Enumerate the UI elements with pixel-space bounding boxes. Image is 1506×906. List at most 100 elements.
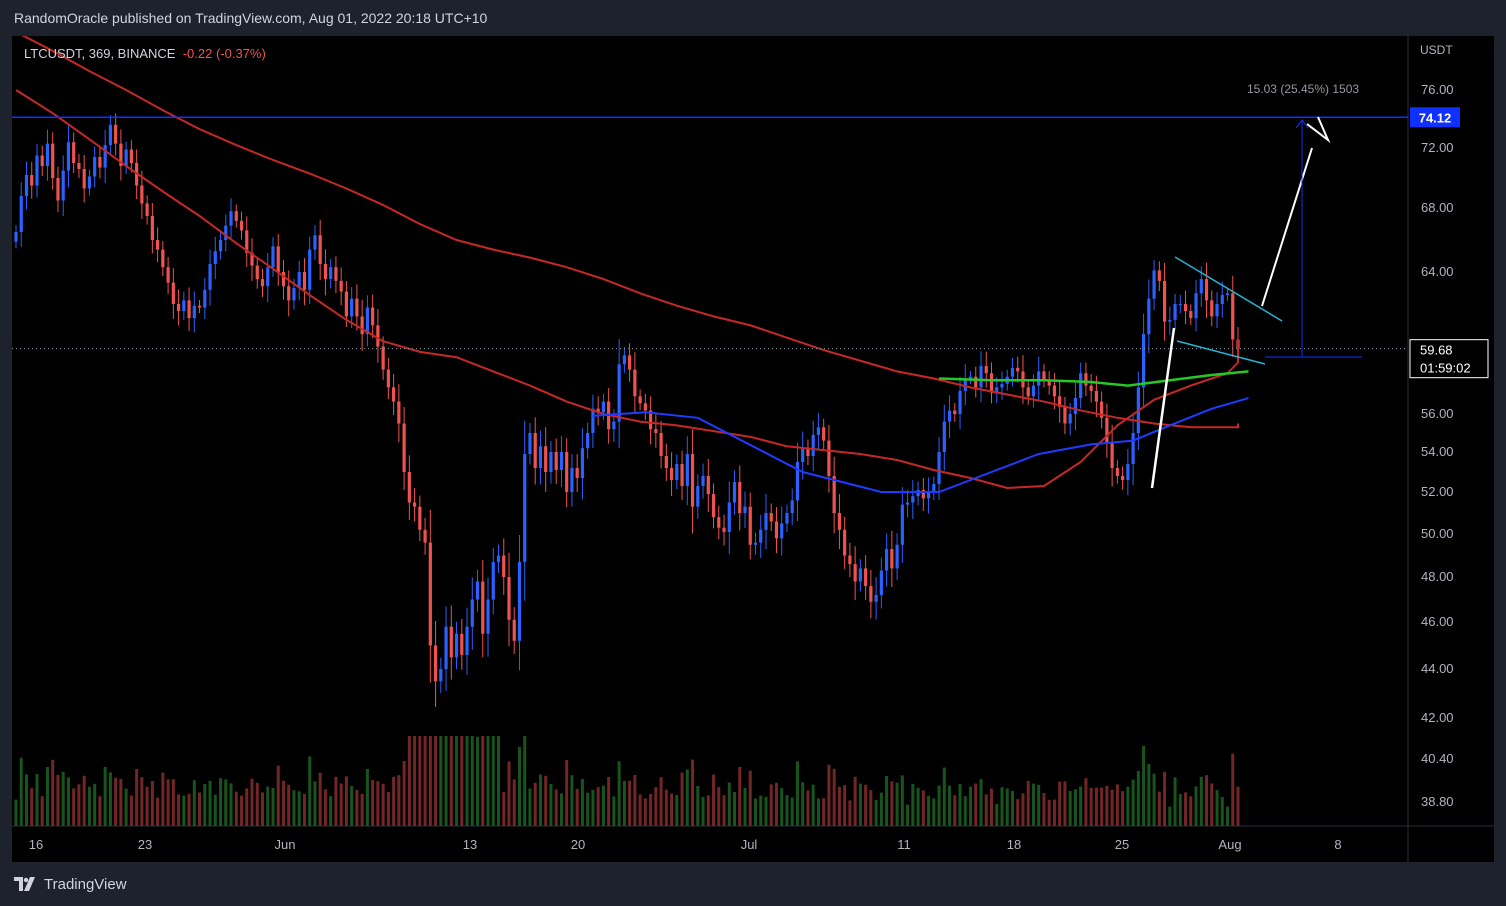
candle-body — [1141, 334, 1146, 388]
footer-bar — [0, 862, 1506, 906]
candle-body — [281, 272, 286, 287]
candle-body — [381, 346, 385, 370]
volume-bar — [879, 792, 883, 826]
volume-bar — [397, 775, 401, 826]
candle-body — [1079, 373, 1083, 399]
candle-body — [900, 504, 904, 545]
volume-bar — [1231, 753, 1235, 826]
candle-body — [87, 176, 92, 189]
candle-body — [470, 599, 474, 627]
volume-bar — [727, 782, 731, 826]
candle-body — [638, 396, 642, 404]
candle-body — [711, 494, 716, 518]
candle-body — [439, 669, 443, 682]
volume-bar — [654, 787, 658, 826]
volume-bar — [45, 767, 49, 826]
candle-body — [1194, 293, 1198, 319]
volume-bar — [1121, 791, 1125, 826]
volume-bar — [145, 786, 149, 826]
y-tick-label: 54.00 — [1421, 444, 1454, 459]
candle-body — [1031, 385, 1036, 397]
candle-body — [103, 145, 107, 168]
candle-body — [14, 232, 18, 242]
candle-body — [942, 421, 946, 452]
volume-bar — [334, 776, 338, 826]
volume-bar — [885, 776, 889, 826]
moving-average-green — [939, 370, 1249, 387]
candle-body — [675, 464, 679, 480]
volume-bar — [790, 797, 794, 826]
volume-bar — [659, 777, 663, 826]
candle-body — [853, 564, 857, 582]
candle-body — [622, 355, 626, 365]
volume-bar — [171, 779, 175, 826]
volume-bar — [87, 786, 91, 826]
volume-bar — [533, 782, 537, 826]
candle-body — [801, 448, 805, 462]
candle-body — [475, 581, 480, 600]
volume-bar — [224, 779, 228, 826]
volume-bar — [816, 798, 820, 826]
candle-body — [984, 366, 988, 374]
candle-body — [329, 267, 333, 280]
volume-bar — [460, 736, 464, 826]
volume-bar — [1031, 783, 1035, 826]
volume-bar — [675, 794, 679, 826]
candle-body — [974, 376, 978, 388]
candle-body — [628, 355, 632, 370]
candle-body — [869, 586, 873, 602]
volume-bar — [486, 736, 490, 826]
tradingview-brand: TradingView — [44, 875, 127, 893]
volume-bar — [691, 759, 695, 826]
y-tick-label: 40.40 — [1421, 751, 1454, 766]
price-chart[interactable]: 15.03 (25.45%) 1503 USDT 76.00 72.00 68.00 64… — [12, 36, 1494, 862]
volume-bar — [386, 792, 390, 826]
candle-body — [93, 157, 97, 177]
volume-bar — [497, 736, 501, 826]
volume-bar — [1042, 793, 1046, 826]
volume-bar — [507, 761, 511, 826]
candle-body — [150, 216, 154, 240]
candle-body — [19, 196, 23, 232]
candle-body — [465, 626, 469, 655]
candle-body — [213, 251, 217, 264]
candle-body — [748, 506, 752, 545]
candle-body — [832, 476, 836, 513]
volume-bar — [701, 797, 705, 826]
candle-body — [1063, 406, 1067, 424]
candle-body — [418, 506, 422, 530]
volume-bar — [570, 775, 574, 826]
candle-body — [512, 619, 516, 641]
volume-bar — [664, 789, 668, 826]
volume-bar — [801, 782, 805, 826]
flag-lower-line — [1176, 340, 1266, 365]
volume-bar — [24, 774, 28, 826]
volume-bar — [680, 772, 684, 826]
candle-body — [533, 433, 537, 468]
candle-body — [454, 633, 459, 658]
candle-body — [318, 235, 322, 264]
candle-body — [827, 440, 831, 476]
candle-body — [140, 185, 144, 204]
volume-bar — [643, 798, 647, 826]
candle-body — [1199, 279, 1203, 294]
candle-body — [45, 143, 50, 166]
chart-area[interactable]: 15.03 (25.45%) 1503 USDT 76.00 72.00 68.00 64… — [12, 36, 1494, 862]
volume-bar — [927, 795, 931, 826]
volume-bar — [612, 796, 616, 826]
volume-bar — [984, 794, 988, 826]
candle-body — [355, 298, 359, 317]
candle-body — [759, 529, 763, 543]
candle-body — [66, 142, 71, 171]
volume-bar — [512, 779, 516, 826]
y-tick-label: 38.80 — [1421, 794, 1454, 809]
candle-body — [890, 549, 894, 569]
volume-bar — [1215, 790, 1219, 826]
candle-body — [685, 454, 689, 486]
tradingview-logo[interactable]: TradingView — [14, 874, 127, 894]
candle-body — [790, 500, 794, 513]
volume-bar — [77, 784, 81, 826]
candle-body — [386, 369, 390, 388]
candle-body — [1210, 300, 1214, 317]
candle-body — [428, 542, 432, 646]
